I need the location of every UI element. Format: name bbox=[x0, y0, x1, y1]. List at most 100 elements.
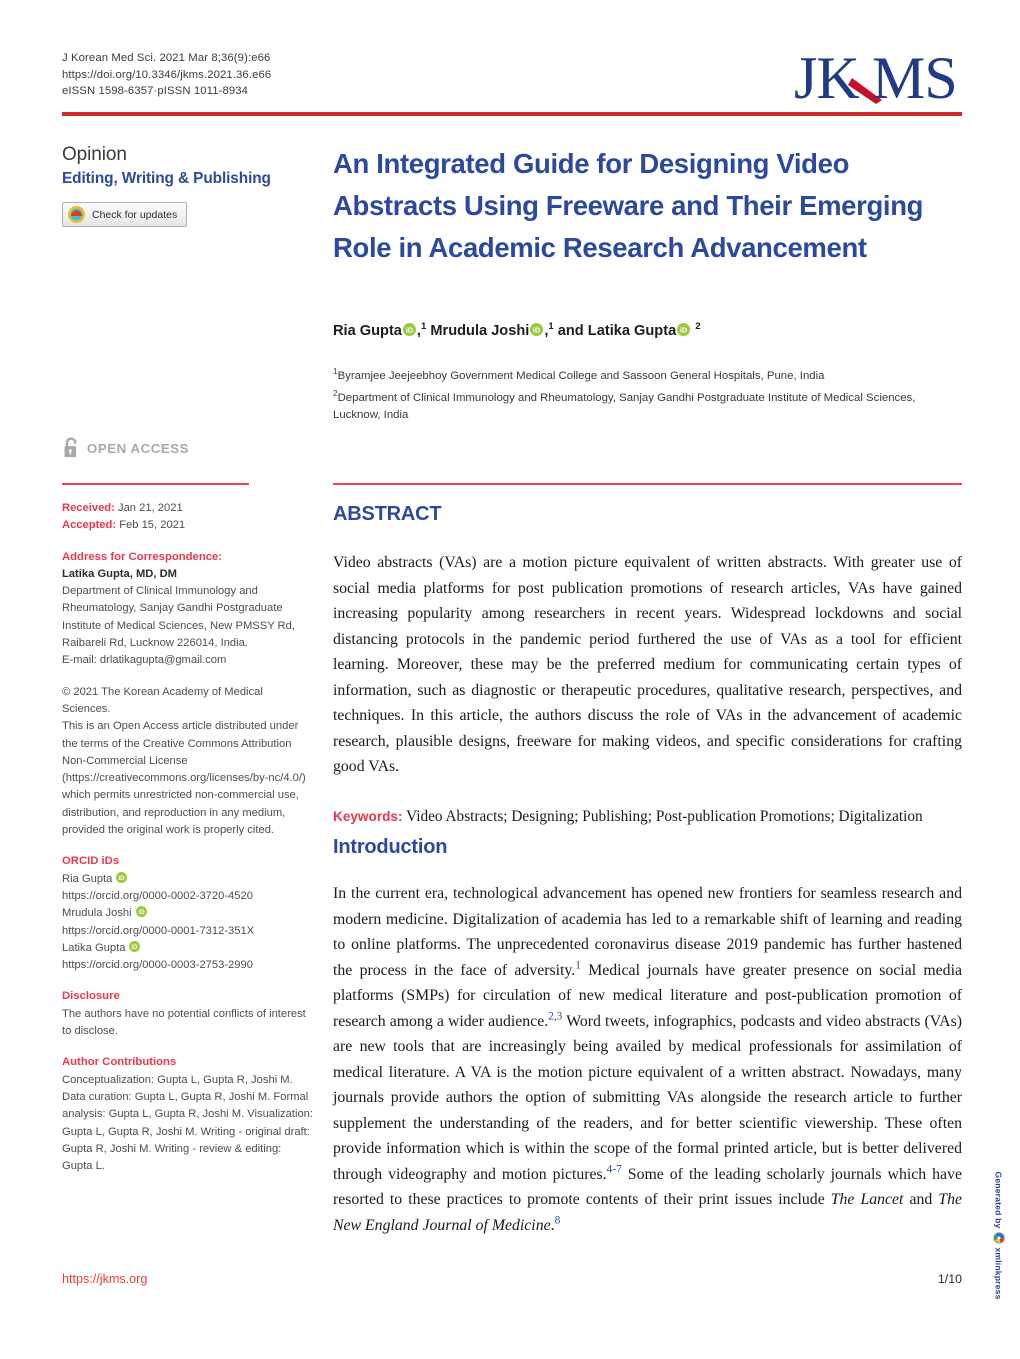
author-name: Ria Gupta bbox=[333, 322, 402, 339]
svg-text:iD: iD bbox=[406, 325, 413, 334]
abstract-paragraph: Video abstracts (VAs) are a motion pictu… bbox=[333, 554, 962, 775]
orcid-heading: ORCID iDs bbox=[62, 855, 120, 868]
received-line: Received: Jan 21, 2021 bbox=[62, 500, 314, 517]
orcid-name: Mrudula Joshi iD bbox=[62, 905, 147, 922]
svg-text:iD: iD bbox=[119, 875, 126, 882]
author-affiliation-mark: ,1 bbox=[544, 321, 554, 339]
author-list: Ria Gupta iD ,1 Mrudula Joshi iD ,1 and Lati… bbox=[333, 317, 962, 341]
jkms-logo: JK MS bbox=[794, 48, 962, 110]
correspondence-email[interactable]: E-mail: drlatikagupta@gmail.com bbox=[62, 652, 314, 669]
xmlinkpress-label: xmlinkpress bbox=[994, 1246, 1004, 1300]
sidebar-top: Opinion Editing, Writing & Publishing Ch… bbox=[62, 143, 310, 228]
keywords-label: Keywords: bbox=[333, 808, 403, 824]
journal-issn-line: eISSN 1598-6357·pISSN 1011-8934 bbox=[62, 85, 249, 98]
page-number: 1/10 bbox=[937, 1272, 962, 1286]
license-text: This is an Open Access article distribut… bbox=[62, 720, 306, 837]
orcid-author-name: Latika Gupta bbox=[62, 941, 126, 954]
affiliation-item: 1Byramjee Jeejeebhoy Government Medical … bbox=[333, 363, 962, 385]
sidebar-divider bbox=[62, 483, 249, 485]
generated-by-strip: Generated by xmlinkpress bbox=[988, 1170, 1010, 1300]
authors-conjunction: and bbox=[557, 322, 584, 339]
introduction-section: Introduction In the current era, technol… bbox=[333, 836, 962, 1238]
orcid-name: Ria Gupta iD bbox=[62, 871, 128, 888]
correspondence-name: Latika Gupta, MD, DM bbox=[62, 567, 177, 580]
journal-name-lancet: The Lancet bbox=[830, 1191, 904, 1208]
author-affiliation-mark: ,1 bbox=[416, 321, 427, 339]
journal-metadata: J Korean Med Sci. 2021 Mar 8;36(9):e66 h… bbox=[62, 48, 271, 100]
citation-ref[interactable]: 2,3 bbox=[548, 1010, 562, 1022]
orcid-url[interactable]: https://orcid.org/0000-0003-2753-2990 bbox=[62, 957, 314, 974]
correspondence-heading: Address for Correspondence: bbox=[62, 550, 223, 563]
correspondence-block: Address for Correspondence: Latika Gupta… bbox=[62, 549, 314, 670]
header-divider bbox=[62, 112, 962, 116]
intro-part-5: and bbox=[903, 1191, 939, 1208]
article-type-label: Opinion bbox=[62, 144, 127, 165]
journal-citation-line: J Korean Med Sci. 2021 Mar 8;36(9):e66 bbox=[62, 52, 271, 64]
orcid-icon[interactable]: iD bbox=[529, 322, 544, 339]
check-for-updates-label: Check for updates bbox=[92, 208, 178, 221]
copyright-block: © 2021 The Korean Academy of Medical Sci… bbox=[62, 684, 314, 840]
orcid-icon: iD bbox=[129, 940, 141, 957]
journal-url-link[interactable]: https://jkms.org bbox=[62, 1272, 147, 1286]
orcid-icon: iD bbox=[135, 905, 147, 922]
xmlinkpress-icon bbox=[993, 1232, 1005, 1243]
affiliation-text: Department of Clinical Immunology and Rh… bbox=[333, 391, 916, 422]
svg-text:iD: iD bbox=[132, 944, 139, 951]
contributions-text: Conceptualization: Gupta L, Gupta R, Jos… bbox=[62, 1073, 314, 1173]
citation-ref[interactable]: 8 bbox=[555, 1214, 561, 1226]
svg-text:iD: iD bbox=[680, 325, 687, 334]
orcid-author-name: Ria Gupta bbox=[62, 872, 113, 885]
author-affiliation-mark: 2 bbox=[695, 321, 701, 332]
orcid-name: Latika Gupta iD bbox=[62, 940, 141, 957]
masthead: J Korean Med Sci. 2021 Mar 8;36(9):e66 h… bbox=[62, 48, 962, 110]
orcid-icon[interactable]: iD bbox=[676, 322, 691, 339]
introduction-heading: Introduction bbox=[333, 836, 448, 858]
open-access-label: OPEN ACCESS bbox=[87, 440, 190, 456]
orcid-block: ORCID iDs Ria Gupta iD https://orcid.org… bbox=[62, 853, 314, 974]
page-title: An Integrated Guide for Designing Video … bbox=[333, 148, 924, 263]
orcid-icon: iD bbox=[116, 871, 128, 888]
affiliation-item: 2Department of Clinical Immunology and R… bbox=[333, 385, 962, 425]
open-lock-icon bbox=[62, 437, 81, 459]
svg-text:iD: iD bbox=[138, 909, 145, 916]
keywords-text: Video Abstracts; Designing; Publishing; … bbox=[406, 807, 923, 825]
orcid-entry: Mrudula Joshi iD https://orcid.org/0000-… bbox=[62, 905, 314, 940]
accepted-label: Accepted: bbox=[62, 519, 117, 532]
contributions-heading: Author Contributions bbox=[62, 1056, 177, 1069]
dates-block: Received: Jan 21, 2021 Accepted: Feb 15,… bbox=[62, 500, 314, 535]
orcid-entry: Latika Gupta iD https://orcid.org/0000-0… bbox=[62, 940, 314, 975]
article-header: An Integrated Guide for Designing Video … bbox=[333, 143, 962, 425]
open-access-badge: OPEN ACCESS bbox=[62, 437, 189, 459]
intro-part-3: Word tweets, infographics, podcasts and … bbox=[333, 1012, 962, 1183]
svg-text:MS: MS bbox=[872, 48, 957, 110]
abstract-section: ABSTRACT Video abstracts (VAs) are a mot… bbox=[333, 503, 962, 829]
author-name: Latika Gupta bbox=[587, 322, 677, 339]
crossmark-icon bbox=[68, 206, 85, 223]
page-footer: https://jkms.org 1/10 bbox=[62, 1272, 962, 1286]
journal-doi-line[interactable]: https://doi.org/10.3346/jkms.2021.36.e66 bbox=[62, 67, 271, 84]
check-for-updates-button[interactable]: Check for updates bbox=[62, 202, 188, 227]
disclosure-text: The authors have no potential conflicts … bbox=[62, 1007, 306, 1038]
orcid-url[interactable]: https://orcid.org/0000-0001-7312-351X bbox=[62, 923, 314, 940]
orcid-icon[interactable]: iD bbox=[402, 322, 417, 339]
orcid-author-name: Mrudula Joshi bbox=[62, 907, 132, 920]
accepted-line: Accepted: Feb 15, 2021 bbox=[62, 517, 314, 534]
copyright-line: © 2021 The Korean Academy of Medical Sci… bbox=[62, 685, 263, 715]
received-date: Jan 21, 2021 bbox=[117, 502, 183, 514]
orcid-entry: Ria Gupta iD https://orcid.org/0000-0002… bbox=[62, 871, 314, 906]
contributions-block: Author Contributions Conceptualization: … bbox=[62, 1054, 314, 1175]
received-label: Received: bbox=[62, 502, 115, 514]
disclosure-block: Disclosure The authors have no potential… bbox=[62, 988, 314, 1040]
svg-text:iD: iD bbox=[533, 325, 540, 334]
accepted-date: Feb 15, 2021 bbox=[119, 519, 186, 532]
sidebar-details: Received: Jan 21, 2021 Accepted: Feb 15,… bbox=[62, 500, 314, 1189]
generated-by-label: Generated by bbox=[994, 1170, 1004, 1228]
svg-text:JK: JK bbox=[794, 48, 859, 110]
introduction-paragraph: In the current era, technological advanc… bbox=[333, 881, 962, 1238]
affiliation-list: 1Byramjee Jeejeebhoy Government Medical … bbox=[333, 363, 962, 425]
affiliation-text: Byramjee Jeejeebhoy Government Medical C… bbox=[337, 369, 825, 382]
citation-ref[interactable]: 4-7 bbox=[607, 1163, 622, 1175]
section-label: Editing, Writing & Publishing bbox=[62, 170, 271, 187]
main-divider bbox=[333, 483, 962, 485]
orcid-url[interactable]: https://orcid.org/0000-0002-3720-4520 bbox=[62, 888, 314, 905]
